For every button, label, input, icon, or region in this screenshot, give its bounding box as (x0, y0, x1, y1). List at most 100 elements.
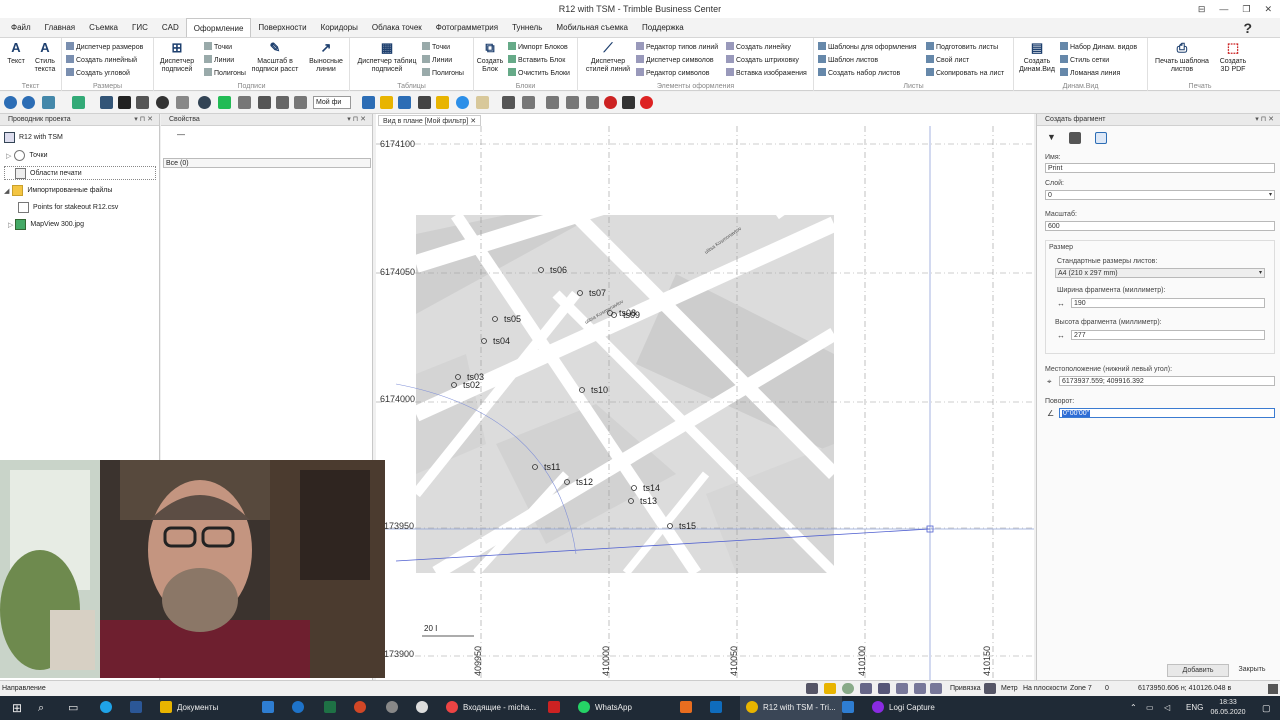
grid-style-button[interactable]: Стиль сетки (1060, 55, 1109, 65)
plane-label[interactable]: На плоскости (1023, 681, 1067, 696)
close-button[interactable]: Закрыть (1221, 664, 1280, 677)
label-points-button[interactable]: Точки (204, 42, 232, 52)
network-icon[interactable]: ▭ (1146, 696, 1154, 720)
window-close-button[interactable]: ✕ (1264, 0, 1272, 18)
note-icon[interactable] (476, 96, 489, 109)
tray-arrow-icon[interactable]: ⌃ (1130, 696, 1137, 720)
ortho-icon[interactable] (860, 683, 872, 694)
add-button[interactable]: Добавить (1167, 664, 1229, 677)
windows-start-icon[interactable]: ⊞ (12, 696, 22, 720)
menu-mobile-survey[interactable]: Мобильная съемка (549, 18, 635, 37)
panel-pin-icon[interactable]: ▾ ⊓ ✕ (347, 114, 366, 126)
insert-block-button[interactable]: Вставить Блок (508, 55, 565, 65)
save-settings-icon[interactable] (1069, 132, 1081, 144)
volume-icon[interactable]: ◁ (1164, 696, 1170, 720)
dim-manager-button[interactable]: Диспетчер размеров (66, 42, 143, 52)
snap-icon[interactable] (398, 96, 411, 109)
create-angular-dim-button[interactable]: Создать угловой (66, 68, 130, 78)
powerpoint-icon[interactable] (354, 701, 366, 713)
table-polygons-button[interactable]: Полигоны (422, 68, 464, 78)
track-icon[interactable] (914, 683, 926, 694)
break-line-button[interactable]: Ломаная линия (1060, 68, 1120, 78)
image-view-icon[interactable] (276, 96, 289, 109)
notifications-icon[interactable]: ▢ (1262, 696, 1271, 720)
tree-item-print-areas[interactable]: Области печати (4, 166, 156, 180)
import-blocks-button[interactable]: Импорт Блоков (508, 42, 568, 52)
copy-to-sheet-button[interactable]: Скопировать на лист (926, 68, 1004, 78)
excel-icon[interactable] (324, 701, 336, 713)
select-mode-icon[interactable] (824, 683, 836, 694)
expand-icon[interactable]: ▷ (6, 152, 11, 160)
menu-corridors[interactable]: Коридоры (314, 18, 365, 37)
save-icon[interactable] (118, 96, 131, 109)
menu-survey[interactable]: Съемка (82, 18, 125, 37)
taskbar-whatsapp[interactable]: WhatsApp (578, 696, 632, 720)
stop-icon[interactable] (622, 96, 635, 109)
view-settings-icon[interactable] (294, 96, 307, 109)
sheet-template-button[interactable]: Шаблон листов (818, 55, 878, 65)
tree-item-project[interactable]: R12 with TSM (4, 132, 63, 143)
create-ruler-button[interactable]: Создать линейку (726, 42, 791, 52)
app-blue-icon[interactable] (842, 701, 854, 713)
purge-blocks-button[interactable]: Очистить Блоки (508, 68, 570, 78)
clock[interactable]: 18:33 06.05.2020 (1208, 698, 1248, 718)
panel-pin-icon[interactable]: ▾ ⊓ ✕ (134, 114, 153, 126)
height-input[interactable]: 277 (1071, 330, 1265, 340)
taskbar-inbox[interactable]: Входящие - micha... (446, 696, 536, 720)
print-icon[interactable] (136, 96, 149, 109)
scale-input[interactable]: 600 (1045, 221, 1275, 231)
units-label[interactable]: Метр (1001, 681, 1018, 696)
mail-icon[interactable] (262, 701, 274, 713)
zoom-extents-icon[interactable] (218, 96, 231, 109)
zone-label[interactable]: Zone 7 (1070, 681, 1092, 696)
select-area-icon[interactable] (1095, 132, 1107, 144)
redo-icon[interactable] (22, 96, 35, 109)
line-style-manager-button[interactable]: ⟋ Диспетчер стилей линий (580, 40, 636, 74)
window-maximize-button[interactable]: ❐ (1242, 0, 1250, 18)
custom-sheet-button[interactable]: Свой лист (926, 55, 969, 65)
language-indicator[interactable]: ENG (1186, 696, 1203, 720)
linetype-editor-button[interactable]: Редактор типов линий (636, 42, 718, 52)
point-tool-icon[interactable] (586, 96, 599, 109)
ie-icon[interactable] (292, 701, 304, 713)
create-linear-dim-button[interactable]: Создать линейный (66, 55, 137, 65)
3d-view-icon[interactable] (258, 96, 271, 109)
properties-filter-select[interactable]: Все (0) (163, 158, 371, 168)
print-sheet-template-button[interactable]: ⎙ Печать шаблона листов (1150, 40, 1214, 74)
snap-label[interactable]: Привязка (950, 681, 981, 696)
list-icon[interactable] (176, 96, 189, 109)
help-icon[interactable]: ? (1243, 20, 1252, 36)
symbol-manager-button[interactable]: Диспетчер символов (636, 55, 714, 65)
resize-grip-icon[interactable] (1268, 684, 1278, 694)
edit-icon[interactable] (456, 96, 469, 109)
task-view-icon[interactable]: ▭ (68, 696, 78, 720)
menu-cad[interactable]: CAD (155, 18, 186, 37)
grid-icon[interactable] (878, 683, 890, 694)
settings-gear-icon[interactable] (156, 96, 169, 109)
taskbar-tbc[interactable]: R12 with TSM - Tri... (740, 696, 842, 720)
create-sheet-set-button[interactable]: Создать набор листов (818, 68, 900, 78)
drafting-templates-button[interactable]: Шаблоны для оформления (818, 42, 917, 52)
snap-mode-icon[interactable] (842, 683, 854, 694)
symbol-editor-button[interactable]: Редактор символов (636, 68, 709, 78)
app-orange-icon[interactable] (680, 701, 692, 713)
rotation-input[interactable]: 0°00'00" (1059, 408, 1275, 418)
globe-icon[interactable] (198, 96, 211, 109)
menu-file[interactable]: Файл (4, 18, 38, 37)
open-icon[interactable] (100, 96, 113, 109)
filter-icon[interactable] (362, 96, 375, 109)
insert-image-button[interactable]: Вставка изображения (726, 68, 807, 78)
snap-settings-icon[interactable] (984, 683, 996, 694)
leader-lines-button[interactable]: ↗ Выносные линии (306, 40, 346, 74)
app-icon[interactable] (416, 701, 428, 713)
import-icon[interactable] (72, 96, 85, 109)
expand-icon[interactable]: ▷ (8, 221, 13, 229)
app-icon[interactable] (386, 701, 398, 713)
highlight-icon[interactable] (380, 96, 393, 109)
collapse-icon[interactable]: ◢ (4, 187, 9, 195)
menu-point-clouds[interactable]: Облака точек (365, 18, 429, 37)
command-line-icon[interactable] (806, 683, 818, 694)
menu-home[interactable]: Главная (38, 18, 82, 37)
table-lines-button[interactable]: Линии (422, 55, 452, 65)
location-pick-icon[interactable]: ⌖ (1047, 377, 1057, 387)
